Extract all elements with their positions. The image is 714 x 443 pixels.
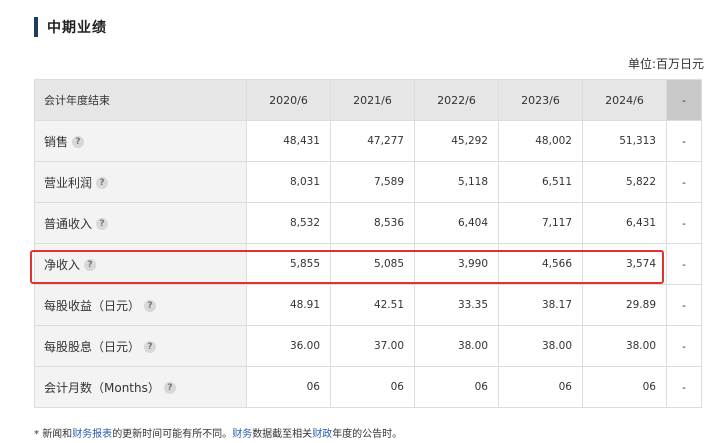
table-cell-extra: - (666, 202, 702, 244)
table-cell: 42.51 (330, 284, 415, 326)
table-cell: 48,431 (246, 120, 331, 162)
footnote-text: 的更新时间可能有所不同。 (112, 429, 233, 440)
row-label-text: 销售 (44, 134, 69, 149)
table-cell: 5,085 (330, 243, 415, 285)
table-cell: 8,532 (246, 202, 331, 244)
table-cell: 6,431 (582, 202, 667, 244)
help-icon[interactable]: ? (72, 136, 85, 148)
row-label-text: 普通收入 (44, 216, 93, 231)
footnote-text: 新闻和 (42, 429, 73, 440)
row-label-text: 每股收益（日元） (44, 298, 141, 313)
row-label-months: 会计月数（Months）? (34, 366, 247, 408)
table-cell: 38.00 (582, 325, 667, 367)
row-label-dps: 每股股息（日元）? (34, 325, 247, 367)
table-cell: 06 (498, 366, 583, 408)
table-row: 普通收入? 8,532 8,536 6,404 7,117 6,431 - (34, 202, 702, 244)
table-cell: 29.89 (582, 284, 667, 326)
help-icon[interactable]: ? (163, 382, 176, 394)
row-label-ordinary-income: 普通收入? (34, 202, 247, 244)
table-cell: 3,990 (414, 243, 499, 285)
financial-link[interactable]: 财务 (232, 429, 252, 440)
header-fiscal-year-end: 会计年度结束 (34, 79, 247, 121)
table-cell: 6,511 (498, 161, 583, 203)
help-icon[interactable]: ? (144, 300, 157, 312)
table-cell: 8,536 (330, 202, 415, 244)
table-row: 每股收益（日元）? 48.91 42.51 33.35 38.17 29.89 … (34, 284, 702, 326)
table-cell: 45,292 (414, 120, 499, 162)
table-cell: 3,574 (582, 243, 667, 285)
header-extra: - (666, 79, 702, 121)
help-icon[interactable]: ? (144, 341, 157, 353)
help-icon[interactable]: ? (96, 177, 109, 189)
row-label-eps: 每股收益（日元）? (34, 284, 247, 326)
table-cell: 7,589 (330, 161, 415, 203)
header-year: 2021/6 (330, 79, 415, 121)
table-row: 每股股息（日元）? 36.00 37.00 38.00 38.00 38.00 … (34, 325, 702, 367)
table-row: 会计月数（Months）? 06 06 06 06 06 - (34, 366, 702, 408)
footnote-text: 年度的公告时。 (332, 429, 403, 440)
help-icon[interactable]: ? (84, 259, 97, 271)
table-header-row: 会计年度结束 2020/6 2021/6 2022/6 2023/6 2024/… (34, 79, 702, 121)
header-year: 2020/6 (246, 79, 331, 121)
fiscal-link[interactable]: 财政 (312, 429, 332, 440)
row-label-operating-profit: 营业利润? (34, 161, 247, 203)
table-cell: 37.00 (330, 325, 415, 367)
table-cell: 6,404 (414, 202, 499, 244)
row-label-text: 每股股息（日元） (44, 339, 141, 354)
table-cell: 48,002 (498, 120, 583, 162)
table-cell: 06 (246, 366, 331, 408)
row-label-text: 净收入 (44, 257, 81, 272)
table-cell: 5,118 (414, 161, 499, 203)
table-row: 营业利润? 8,031 7,589 5,118 6,511 5,822 - (34, 161, 702, 203)
table-cell-extra: - (666, 284, 702, 326)
footnote-star: * (34, 429, 39, 440)
table-cell: 8,031 (246, 161, 331, 203)
table-cell: 51,313 (582, 120, 667, 162)
table-cell: 5,822 (582, 161, 667, 203)
table-cell-extra: - (666, 325, 702, 367)
financial-results-table: 会计年度结束 2020/6 2021/6 2022/6 2023/6 2024/… (34, 79, 702, 408)
table-cell: 36.00 (246, 325, 331, 367)
unit-label: 单位:百万日元 (627, 57, 704, 71)
table-cell: 38.00 (414, 325, 499, 367)
table-cell: 5,855 (246, 243, 331, 285)
table-cell: 06 (582, 366, 667, 408)
row-label-net-income: 净收入? (34, 243, 247, 285)
section-header: 中期业绩 (34, 17, 107, 37)
table-cell-extra: - (666, 243, 702, 285)
table-cell: 38.17 (498, 284, 583, 326)
row-label-text: 营业利润 (44, 175, 93, 190)
financial-statements-link[interactable]: 财务报表 (72, 429, 112, 440)
table-cell: 38.00 (498, 325, 583, 367)
table-cell: 06 (330, 366, 415, 408)
table-cell: 33.35 (414, 284, 499, 326)
help-icon[interactable]: ? (96, 218, 109, 230)
table-cell: 06 (414, 366, 499, 408)
footnote-text: 数据截至相关 (252, 429, 313, 440)
table-cell-extra: - (666, 366, 702, 408)
table-cell: 4,566 (498, 243, 583, 285)
header-year: 2023/6 (498, 79, 583, 121)
header-year: 2024/6 (582, 79, 667, 121)
row-label-text: 会计月数（Months） (44, 380, 160, 395)
header-year: 2022/6 (414, 79, 499, 121)
footnote: * 新闻和财务报表的更新时间可能有所不同。财务数据截至相关财政年度的公告时。 (34, 425, 402, 440)
table-cell: 47,277 (330, 120, 415, 162)
table-cell: 7,117 (498, 202, 583, 244)
row-label-sales: 销售? (34, 120, 247, 162)
table-row: 销售? 48,431 47,277 45,292 48,002 51,313 - (34, 120, 702, 162)
table-cell: 48.91 (246, 284, 331, 326)
section-title: 中期业绩 (47, 20, 107, 36)
table-cell-extra: - (666, 120, 702, 162)
table-row: 净收入? 5,855 5,085 3,990 4,566 3,574 - (34, 243, 702, 285)
title-accent-bar (34, 17, 38, 37)
table-cell-extra: - (666, 161, 702, 203)
